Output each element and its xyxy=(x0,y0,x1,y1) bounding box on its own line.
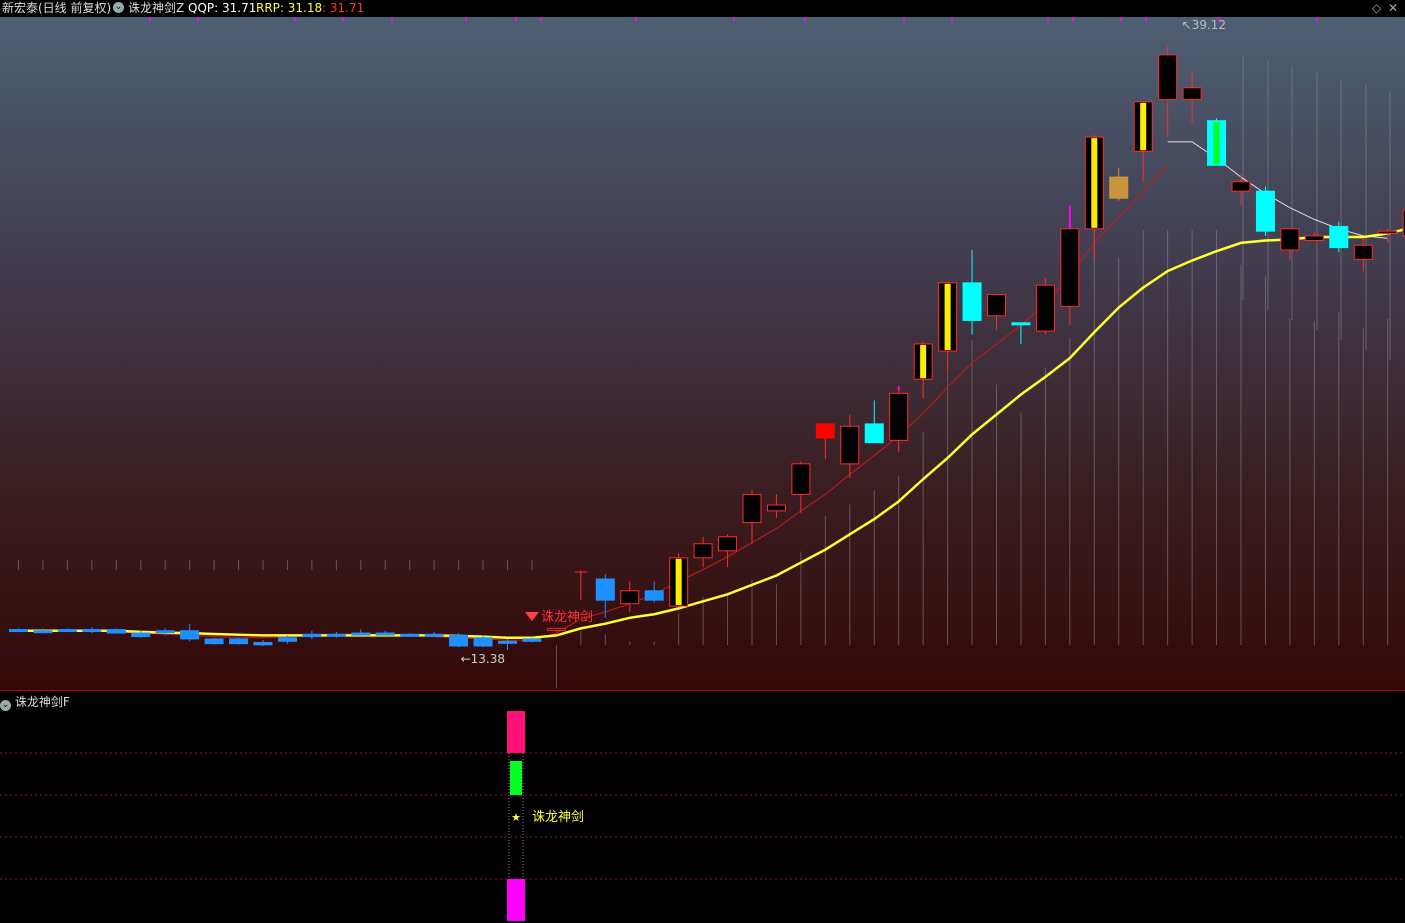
candle-body xyxy=(156,631,174,633)
candle-yellow-stripe xyxy=(676,559,682,605)
indicator-name: 诛龙神剑Z xyxy=(128,0,184,16)
candle-body xyxy=(694,544,712,558)
candle-body xyxy=(1256,191,1274,231)
candle-green-stripe xyxy=(1214,122,1220,165)
candle-body xyxy=(230,639,248,644)
close-icon[interactable]: ✕ xyxy=(1388,0,1398,16)
diamond-icon[interactable]: ◇ xyxy=(1372,0,1381,16)
signal-bar-green xyxy=(510,761,522,795)
signal-label: 诛龙神剑 xyxy=(541,609,593,625)
candle-body xyxy=(621,591,639,604)
candle-body xyxy=(743,494,761,522)
candle-body xyxy=(401,634,419,636)
candle-body xyxy=(83,630,101,632)
candle-body xyxy=(865,424,883,443)
candle-body xyxy=(499,641,517,643)
candle-body xyxy=(278,638,296,642)
candle-body xyxy=(1281,229,1299,250)
candle-body xyxy=(303,634,321,636)
sub-indicator-name: 诛龙神剑F xyxy=(15,695,70,709)
signal-bar-magenta xyxy=(507,879,525,921)
candle-body xyxy=(596,579,614,600)
signal-bar-pink xyxy=(507,711,525,753)
candle-body xyxy=(1232,182,1250,191)
candle-yellow-stripe xyxy=(1140,103,1146,150)
stock-title: 新宏泰(日线 前复权) xyxy=(2,0,111,16)
candle-body xyxy=(10,630,28,632)
rrp-value: RRP: 31.18 xyxy=(256,0,322,16)
candle-body xyxy=(58,630,76,632)
candle-body xyxy=(1110,177,1128,198)
candle-body xyxy=(1012,323,1030,325)
ma-white-line xyxy=(1168,142,1388,238)
candle-body xyxy=(1183,88,1201,100)
main-chart-panel[interactable]: ↖39.12 ←13.38 诛龙神剑 xyxy=(0,0,1405,690)
candle-body xyxy=(841,426,859,464)
candle-body xyxy=(132,633,150,637)
candle-yellow-stripe xyxy=(945,284,951,350)
last-value: : 31.71 xyxy=(322,0,364,16)
candle-body xyxy=(376,633,394,635)
high-price-label: ↖39.12 xyxy=(1182,18,1226,32)
candle-body xyxy=(1379,231,1397,233)
candle-body xyxy=(327,634,345,636)
candle-body xyxy=(963,283,981,321)
candle-body xyxy=(352,633,370,635)
collapse-icon[interactable]: ⌄ xyxy=(0,700,11,711)
candle-body xyxy=(450,635,468,646)
ma-yellow-line xyxy=(19,222,1405,638)
candle-body xyxy=(792,464,810,495)
candle-body xyxy=(645,591,663,600)
candle-body xyxy=(34,631,52,633)
collapse-icon[interactable]: ⌄ xyxy=(113,2,124,13)
candle-body xyxy=(425,634,443,636)
sub-panel-title: ⌄ 诛龙神剑F xyxy=(0,693,70,711)
candlestick-chart[interactable]: ↖39.12 ←13.38 诛龙神剑 xyxy=(0,0,1405,690)
candle-body xyxy=(474,638,492,646)
sub-signal-label: 诛龙神剑 xyxy=(532,809,584,825)
candle-body xyxy=(767,505,785,511)
sub-indicator-panel[interactable]: ★ 诛龙神剑 ⌄ 诛龙神剑F xyxy=(0,690,1405,923)
candle-body xyxy=(254,642,272,644)
candle-body xyxy=(1036,285,1054,331)
candle-body xyxy=(547,628,565,630)
candle-body xyxy=(1330,226,1348,247)
ma-red-line xyxy=(19,165,1168,640)
candle-body xyxy=(988,295,1006,316)
candle-body xyxy=(523,639,541,641)
candle-body xyxy=(890,393,908,440)
candle-yellow-stripe xyxy=(920,345,926,378)
candle-body xyxy=(205,639,223,644)
sub-indicator-chart: ★ 诛龙神剑 xyxy=(0,691,1405,923)
candle-body xyxy=(181,631,199,639)
candle-body xyxy=(1061,229,1079,307)
candle-body xyxy=(107,630,125,634)
candle-body xyxy=(1159,55,1177,100)
chart-header: 新宏泰(日线 前复权) ⌄ 诛龙神剑Z QQP: 31.71 RRP: 31.1… xyxy=(0,0,1405,17)
candle-yellow-stripe xyxy=(1091,138,1097,228)
low-price-label: ←13.38 xyxy=(461,652,505,666)
qqp-value: QQP: 31.71 xyxy=(188,0,256,16)
candle-body xyxy=(719,537,737,551)
star-icon: ★ xyxy=(511,811,521,824)
candle-body xyxy=(1305,236,1323,241)
candle-body xyxy=(816,424,834,438)
candle-body xyxy=(1354,245,1372,259)
signal-gem-icon xyxy=(525,612,539,621)
